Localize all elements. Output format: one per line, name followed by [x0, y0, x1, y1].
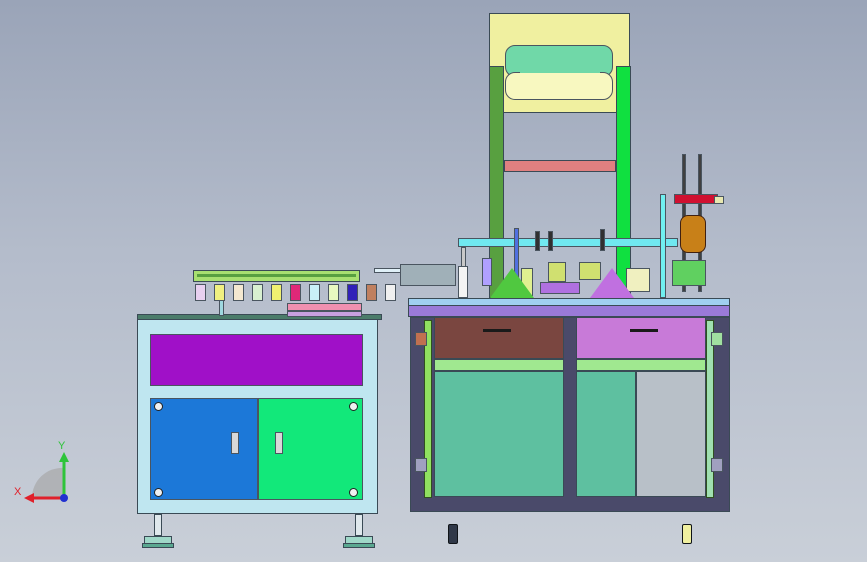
mechanism-wedge: [490, 268, 534, 298]
axis-x-label: X: [14, 486, 22, 498]
leveling-foot-icon: [142, 514, 174, 550]
feeder-slot: [195, 284, 206, 301]
leveling-foot-icon: [682, 524, 692, 544]
header-plate-band: [520, 63, 600, 73]
feeder-slot: [328, 284, 339, 301]
header-plate-lower: [505, 72, 613, 100]
hinge-icon: [415, 458, 427, 472]
axis-triad-icon[interactable]: X Y: [12, 440, 82, 510]
leveling-foot-icon: [343, 514, 375, 550]
drawer-handle-icon: [483, 329, 511, 332]
reel-bracket: [714, 196, 724, 204]
rail-spool: [535, 231, 540, 251]
feeder-slot: [385, 284, 396, 301]
feeder-slot: [347, 284, 358, 301]
frame-crossbar-red: [504, 160, 616, 172]
rail-spool: [548, 231, 553, 251]
feeder-slot: [252, 284, 263, 301]
frame-upright-right: [616, 66, 631, 298]
drawer-rail-right: [576, 359, 706, 371]
drawer-rail-left: [434, 359, 564, 371]
open-bay: [636, 371, 706, 497]
feeder-slot: [366, 284, 377, 301]
mechanism-wedge: [590, 268, 634, 298]
feeder-slot: [271, 284, 282, 301]
base-block: [287, 303, 362, 311]
guide-rail: [374, 268, 402, 273]
rail-spool: [600, 229, 605, 251]
mechanism-block: [548, 262, 566, 282]
horizontal-rail: [458, 238, 678, 247]
left-door-blue: [150, 398, 258, 500]
hinge-icon: [711, 332, 723, 346]
mechanism-block: [540, 282, 580, 294]
screw-icon: [154, 402, 163, 411]
feeder-slot: [290, 284, 301, 301]
feeder-slot: [309, 284, 320, 301]
pink-drawer: [576, 317, 706, 359]
axis-triad-svg: [24, 452, 69, 503]
base-block: [287, 311, 362, 317]
hinge-icon: [415, 332, 427, 346]
cad-viewport[interactable]: X Y: [0, 0, 867, 562]
feeder-slot: [214, 284, 225, 301]
right-top-plate-lower: [408, 305, 730, 317]
left-door-green: [258, 398, 363, 500]
feeder-slot: [233, 284, 244, 301]
leveling-foot-icon: [448, 524, 458, 544]
drawer-handle-icon: [630, 329, 658, 332]
left-drawer-front: [150, 334, 363, 386]
feeder-rail-stripe: [197, 274, 356, 277]
screw-icon: [154, 488, 163, 497]
screw-icon: [349, 402, 358, 411]
reel-bracket: [672, 260, 706, 286]
screw-icon: [349, 488, 358, 497]
drawer-handle-icon: [231, 432, 239, 454]
hinge-icon: [711, 458, 723, 472]
reel-spool: [680, 215, 706, 253]
drawer-handle-icon: [275, 432, 283, 454]
green-panel-right: [576, 371, 636, 497]
reel-upright: [660, 194, 666, 298]
mechanism-block: [400, 264, 456, 286]
axis-y-label: Y: [58, 440, 66, 452]
brown-drawer: [434, 317, 564, 359]
mechanism-block: [458, 266, 468, 298]
green-panel-left: [434, 371, 564, 497]
reel-bracket: [674, 194, 718, 204]
